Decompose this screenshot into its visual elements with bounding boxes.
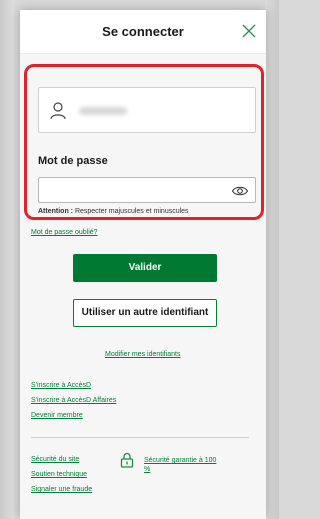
modal-title: Se connecter <box>102 24 184 39</box>
username-field[interactable] <box>38 87 256 133</box>
register-accesd-affaires-link[interactable]: S'inscrire à AccèsD Affaires <box>31 397 116 404</box>
report-fraud-link[interactable]: Signaler une fraude <box>31 486 92 493</box>
backdrop-right <box>265 0 279 519</box>
case-sensitivity-note: Attention : Respecter majuscules et minu… <box>38 208 189 215</box>
become-member-link[interactable]: Devenir membre <box>31 412 83 419</box>
backdrop-left <box>0 0 14 519</box>
validate-button[interactable]: Valider <box>73 254 217 282</box>
credentials-highlight: Mot de passe Attention : Respecter majus… <box>24 64 264 220</box>
modal-header: Se connecter <box>20 10 266 54</box>
footer-divider <box>31 437 249 438</box>
modal-body: Mot de passe Attention : Respecter majus… <box>20 54 266 519</box>
tech-support-link[interactable]: Soutien technique <box>31 471 87 478</box>
login-modal: Se connecter Mot de passe Attention: Re… <box>20 10 266 519</box>
close-button[interactable] <box>240 22 258 40</box>
eye-icon[interactable] <box>231 183 249 199</box>
forgot-password-link[interactable]: Mot de passe oublié? <box>31 229 98 236</box>
security-guarantee-link[interactable]: Sécurité garantie à 100 % <box>144 456 224 474</box>
password-label: Mot de passe <box>38 155 108 167</box>
lock-icon <box>120 452 134 468</box>
use-other-id-button[interactable]: Utiliser un autre identifiant <box>73 299 217 327</box>
user-icon <box>50 102 66 120</box>
site-security-link[interactable]: Sécurité du site <box>31 456 79 463</box>
attention-text: Respecter majuscules et minuscules <box>73 208 189 215</box>
username-value-blurred <box>79 107 127 115</box>
password-field[interactable] <box>38 177 256 203</box>
modify-identifiers-link[interactable]: Modifier mes identifiants <box>105 351 180 358</box>
close-icon <box>242 24 256 38</box>
register-accesd-link[interactable]: S'inscrire à AccèsD <box>31 382 91 389</box>
attention-prefix: Attention : <box>38 208 73 215</box>
